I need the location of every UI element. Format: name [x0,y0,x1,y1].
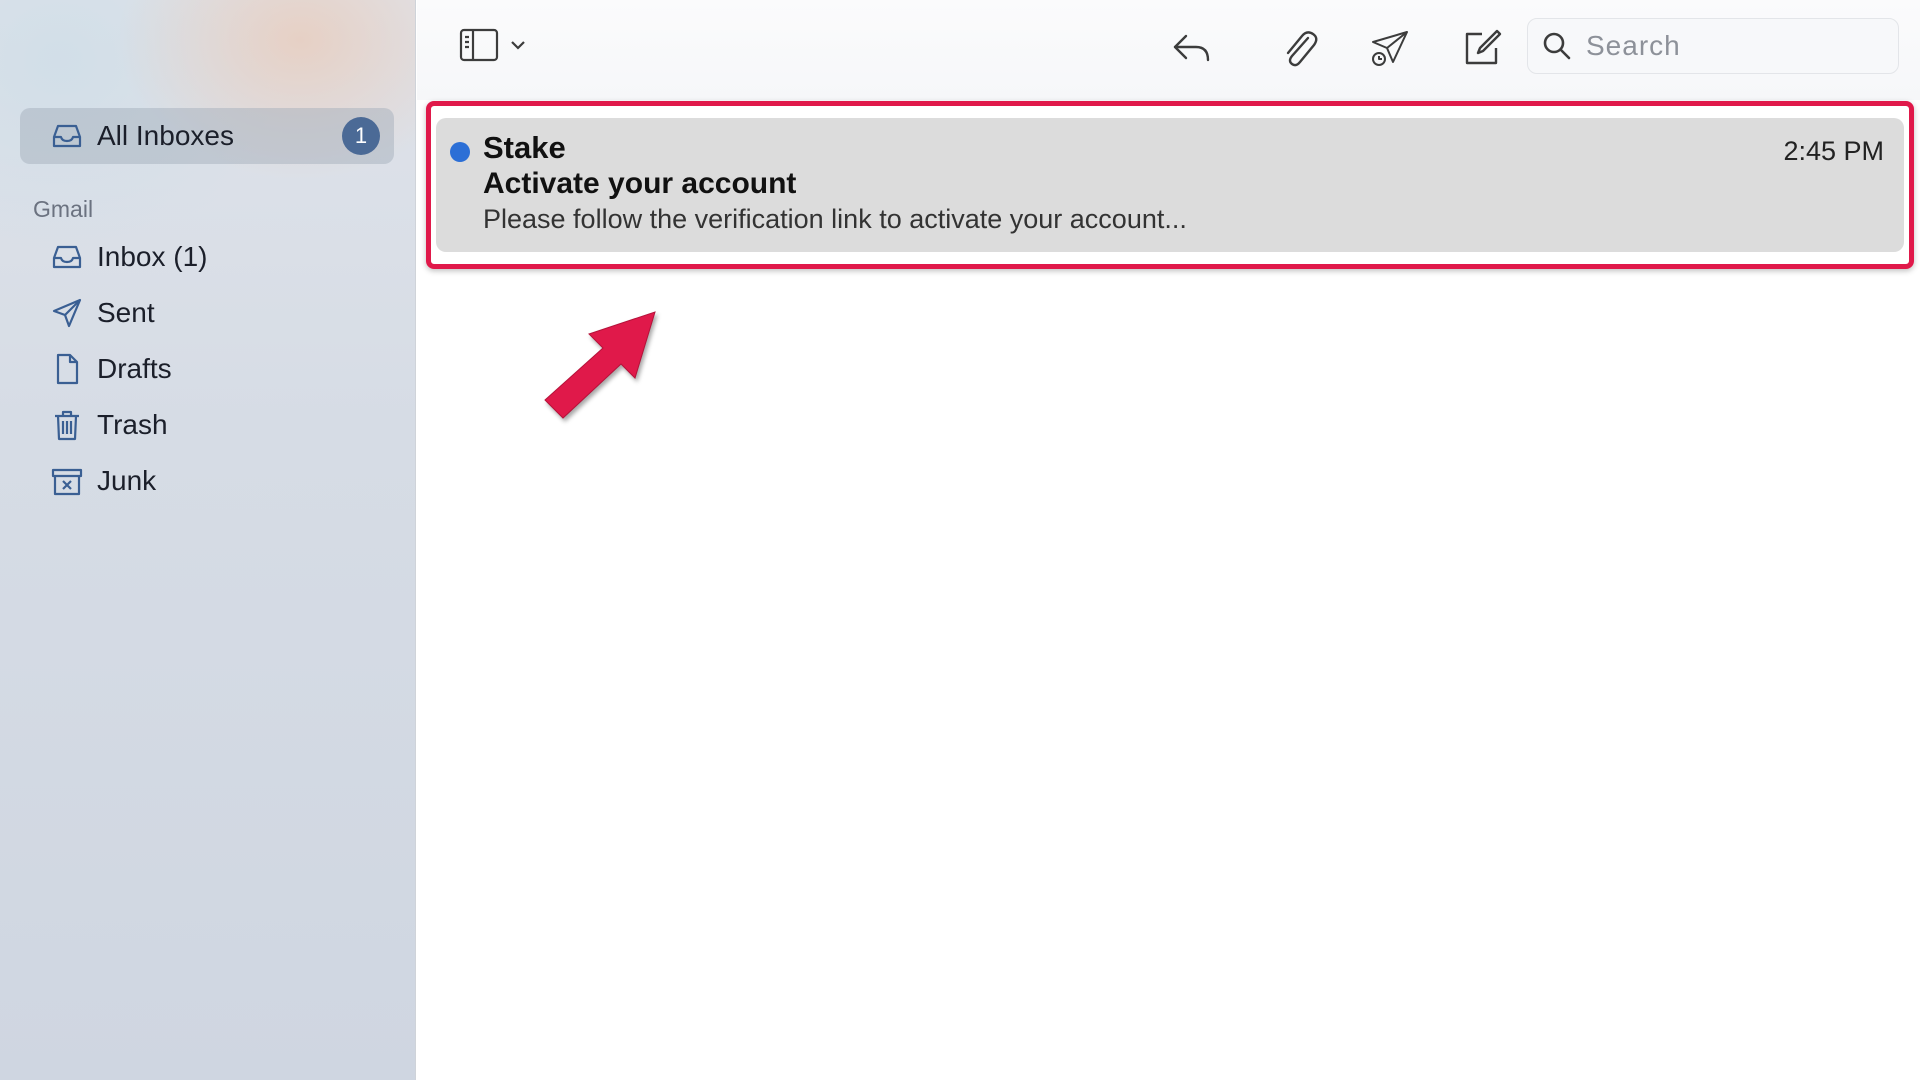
mail-app: All Inboxes 1 Gmail Inbox (1) Sent Draft… [0,0,1920,1080]
sidebar-item-all-inboxes[interactable]: All Inboxes 1 [20,108,394,164]
sidebar-item-trash[interactable]: Trash [20,397,394,453]
sidebar-item-label: Inbox (1) [97,241,208,272]
send-later-button[interactable] [1363,22,1415,74]
trash-icon [50,408,84,442]
sidebar-item-drafts[interactable]: Drafts [20,341,394,397]
message-row[interactable]: Stake 2:45 PM Activate your account Plea… [436,118,1904,252]
search-input[interactable] [1586,30,1886,62]
junk-box-icon [50,464,84,498]
paper-plane-icon [50,296,84,330]
sidebar-item-label: Trash [97,409,168,440]
message-subject: Activate your account [483,167,797,200]
sidebar-item-sent[interactable]: Sent [20,285,394,341]
reply-button[interactable] [1166,22,1218,74]
sidebar-toggle-icon [459,28,525,62]
message-preview: Please follow the verification link to a… [483,204,1187,234]
search-icon [1543,32,1571,60]
sidebar-item-inbox[interactable]: Inbox (1) [20,229,394,285]
search-field[interactable] [1527,18,1899,74]
sidebar: All Inboxes 1 Gmail Inbox (1) Sent Draft… [0,0,416,1080]
tray-icon [50,240,84,274]
attachment-button[interactable] [1274,22,1326,74]
sidebar-item-label: Drafts [97,353,172,384]
sidebar-toggle-button[interactable] [457,22,537,70]
unread-count-badge: 1 [342,117,380,155]
compose-icon [1465,29,1502,65]
arrow-annotation-icon [544,311,656,419]
sidebar-item-label: All Inboxes [97,120,234,151]
account-section-title: Gmail [33,196,94,222]
document-icon [50,352,84,386]
attachment-icon [1286,31,1318,67]
reply-icon [1173,34,1210,62]
compose-button[interactable] [1456,22,1508,74]
sidebar-item-label: Junk [97,465,157,496]
message-sender: Stake [483,130,566,165]
send-later-icon [1372,31,1408,66]
message-time: 2:45 PM [1783,136,1884,166]
sidebar-item-label: Sent [97,297,155,328]
tray-icon [50,119,84,153]
sidebar-item-junk[interactable]: Junk [20,453,394,509]
unread-dot-icon [450,142,470,162]
